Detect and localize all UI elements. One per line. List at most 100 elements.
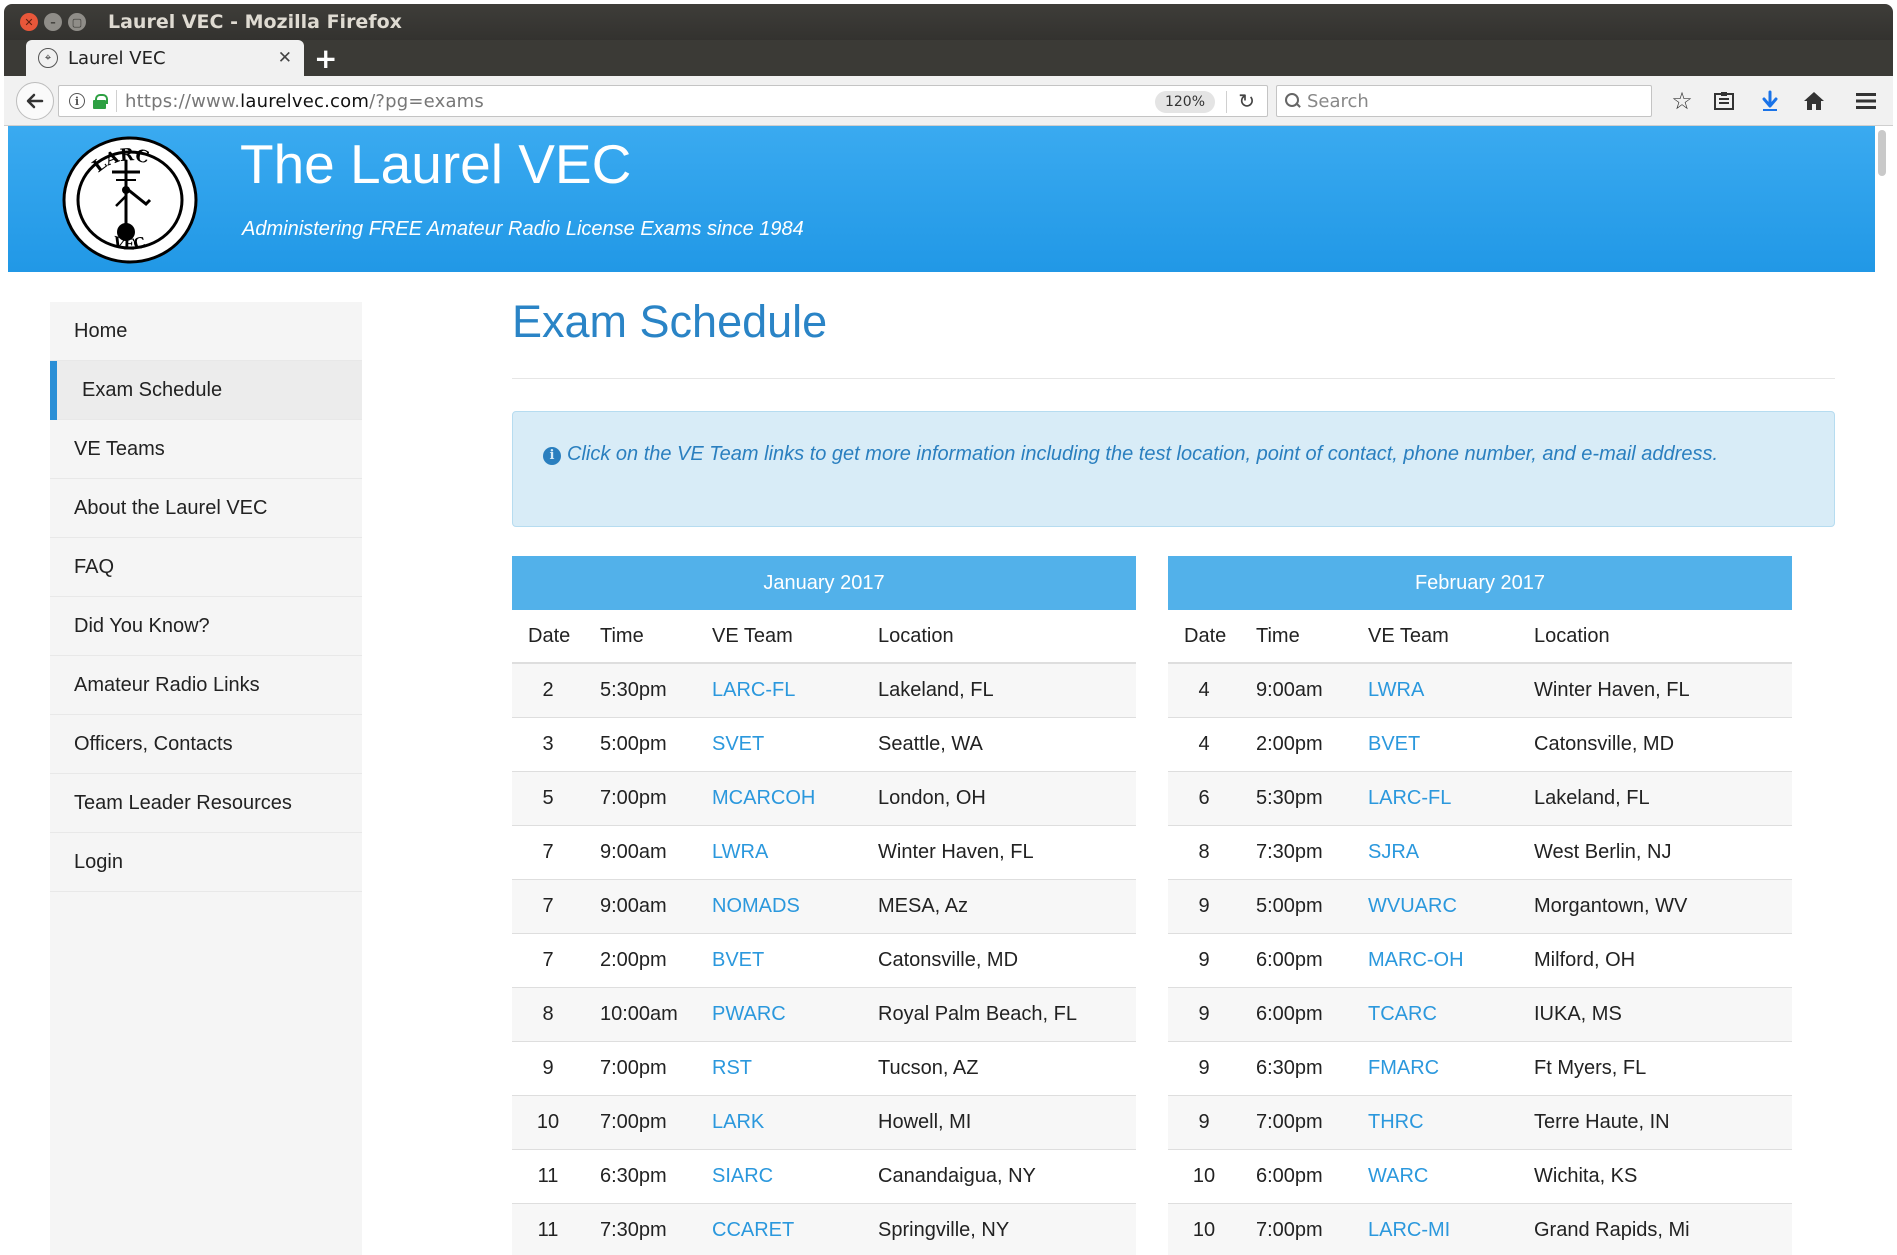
cell-time: 7:00pm	[600, 787, 667, 809]
menu-icon[interactable]	[1852, 87, 1880, 115]
ve-team-link[interactable]: MARC-OH	[1358, 949, 1524, 972]
cell-location: Lakeland, FL	[1534, 787, 1650, 809]
sidebar-item-radio-links[interactable]: Amateur Radio Links	[50, 656, 362, 715]
sidebar-item-team-leader-resources[interactable]: Team Leader Resources	[50, 774, 362, 833]
cell-date: 8	[542, 1003, 554, 1025]
window-close-button[interactable]: ✕	[20, 13, 38, 31]
sidebar-item-home[interactable]: Home	[50, 302, 362, 361]
ve-team-link[interactable]: WARC	[1358, 1165, 1524, 1188]
cell-date: 9	[542, 1057, 554, 1079]
download-icon[interactable]	[1756, 87, 1784, 115]
cell-date: 9	[1198, 1057, 1210, 1079]
cell-location: Winter Haven, FL	[1534, 679, 1690, 701]
sidebar-item-faq[interactable]: FAQ	[50, 538, 362, 597]
ve-team-link[interactable]: NOMADS	[702, 895, 868, 918]
table-row: 8 10:00am PWARC Royal Palm Beach, FL	[512, 988, 1136, 1042]
cell-date: 11	[537, 1165, 559, 1187]
cell-date: 9	[1198, 895, 1210, 917]
sidebar-item-exam-schedule[interactable]: Exam Schedule	[50, 361, 362, 420]
cell-location: London, OH	[878, 787, 986, 809]
search-bar[interactable]: Search	[1276, 85, 1652, 117]
sidebar-item-officers[interactable]: Officers, Contacts	[50, 715, 362, 774]
table-row: 2 5:30pm LARC-FL Lakeland, FL	[512, 664, 1136, 718]
tab-title: Laurel VEC	[68, 47, 166, 69]
ve-team-link[interactable]: CCARET	[702, 1219, 868, 1242]
ve-team-link[interactable]: LARC-FL	[702, 679, 868, 702]
ve-team-link[interactable]: LARC-MI	[1358, 1219, 1524, 1242]
home-icon[interactable]	[1800, 87, 1828, 115]
ve-team-link[interactable]: SJRA	[1358, 841, 1524, 864]
ve-team-link[interactable]: FMARC	[1358, 1057, 1524, 1080]
ve-team-link[interactable]: LARK	[702, 1111, 868, 1134]
table-row: 4 9:00am LWRA Winter Haven, FL	[1168, 664, 1792, 718]
lock-icon[interactable]	[93, 94, 108, 109]
site-title[interactable]: The Laurel VEC	[240, 132, 631, 196]
ve-team-link[interactable]: LWRA	[702, 841, 868, 864]
sidebar-item-about[interactable]: About the Laurel VEC	[50, 479, 362, 538]
site-tagline: Administering FREE Amateur Radio License…	[242, 218, 804, 240]
page-scrollbar[interactable]	[1875, 126, 1889, 1255]
window-minimize-button[interactable]: –	[44, 13, 62, 31]
ve-team-link[interactable]: PWARC	[702, 1003, 868, 1026]
new-tab-icon[interactable]: +	[314, 42, 337, 75]
ve-team-link[interactable]: SVET	[702, 733, 868, 756]
sidebar-item-login[interactable]: Login	[50, 833, 362, 892]
site-header: LARC VEC The Laurel VEC Administering FR…	[8, 126, 1875, 272]
window-maximize-button[interactable]: ▢	[68, 13, 86, 31]
cell-date: 6	[1198, 787, 1210, 809]
sidebar-item-ve-teams[interactable]: VE Teams	[50, 420, 362, 479]
page-viewport: LARC VEC The Laurel VEC Administering FR…	[4, 126, 1893, 1255]
cell-location: Springville, NY	[878, 1219, 1010, 1241]
column-header-time: Time	[600, 624, 644, 647]
cell-date: 9	[1198, 1003, 1210, 1025]
browser-window: ✕ – ▢ Laurel VEC - Mozilla Firefox ⌖ Lau…	[0, 0, 1897, 1255]
ve-team-link[interactable]: BVET	[1358, 733, 1524, 756]
ve-team-link[interactable]: THRC	[1358, 1111, 1524, 1134]
url-text[interactable]: https://www.laurelvec.com/?pg=exams	[125, 91, 484, 112]
reading-list-icon[interactable]	[1710, 87, 1738, 115]
reload-icon[interactable]: ↻	[1238, 89, 1255, 113]
cell-date: 4	[1198, 679, 1210, 701]
url-bar[interactable]: i https://www.laurelvec.com/?pg=exams 12…	[58, 85, 1268, 117]
url-separator	[116, 90, 117, 112]
cell-date: 10	[1192, 1165, 1216, 1187]
column-header-row: Date Time VE Team Location	[1168, 610, 1792, 664]
ve-team-link[interactable]: LWRA	[1358, 679, 1524, 702]
cell-time: 7:00pm	[1256, 1219, 1323, 1241]
sidebar-item-did-you-know[interactable]: Did You Know?	[50, 597, 362, 656]
ve-team-link[interactable]: MCARCOH	[702, 787, 868, 810]
cell-location: Milford, OH	[1534, 949, 1636, 971]
ve-team-link[interactable]: SIARC	[702, 1165, 868, 1188]
cell-time: 7:30pm	[1256, 841, 1323, 863]
ve-team-link[interactable]: LARC-FL	[1358, 787, 1524, 810]
laurel-vec-logo[interactable]: LARC VEC	[60, 134, 200, 266]
url-divider	[1226, 91, 1227, 113]
cell-time: 7:00pm	[1256, 1111, 1323, 1133]
zoom-level-badge[interactable]: 120%	[1154, 91, 1215, 113]
table-row: 9 7:00pm RST Tucson, AZ	[512, 1042, 1136, 1096]
schedule-table-february: February 2017 Date Time VE Team Location…	[1168, 556, 1792, 1255]
column-header-location: Location	[1534, 624, 1610, 647]
site-info-icon[interactable]: i	[69, 93, 85, 109]
table-row: 4 2:00pm BVET Catonsville, MD	[1168, 718, 1792, 772]
url-scheme: https://www.	[125, 90, 241, 112]
info-alert: i Click on the VE Team links to get more …	[512, 411, 1835, 527]
cell-date: 3	[542, 733, 554, 755]
scrollbar-thumb[interactable]	[1878, 130, 1886, 176]
tab-close-icon[interactable]: ✕	[278, 48, 292, 68]
ve-team-link[interactable]: RST	[702, 1057, 868, 1080]
ve-team-link[interactable]: WVUARC	[1358, 895, 1524, 918]
back-button[interactable]	[16, 82, 54, 120]
cell-time: 6:30pm	[600, 1165, 667, 1187]
bookmark-star-icon[interactable]: ☆	[1668, 87, 1696, 115]
table-row: 6 5:30pm LARC-FL Lakeland, FL	[1168, 772, 1792, 826]
cell-time: 6:30pm	[1256, 1057, 1323, 1079]
cell-time: 7:00pm	[600, 1111, 667, 1133]
ve-team-link[interactable]: BVET	[702, 949, 868, 972]
table-row: 9 5:00pm WVUARC Morgantown, WV	[1168, 880, 1792, 934]
ve-team-link[interactable]: TCARC	[1358, 1003, 1524, 1026]
cell-time: 10:00am	[600, 1003, 678, 1025]
browser-tab[interactable]: ⌖ Laurel VEC ✕	[26, 40, 304, 76]
table-row: 9 6:00pm MARC-OH Milford, OH	[1168, 934, 1792, 988]
table-row: 7 2:00pm BVET Catonsville, MD	[512, 934, 1136, 988]
